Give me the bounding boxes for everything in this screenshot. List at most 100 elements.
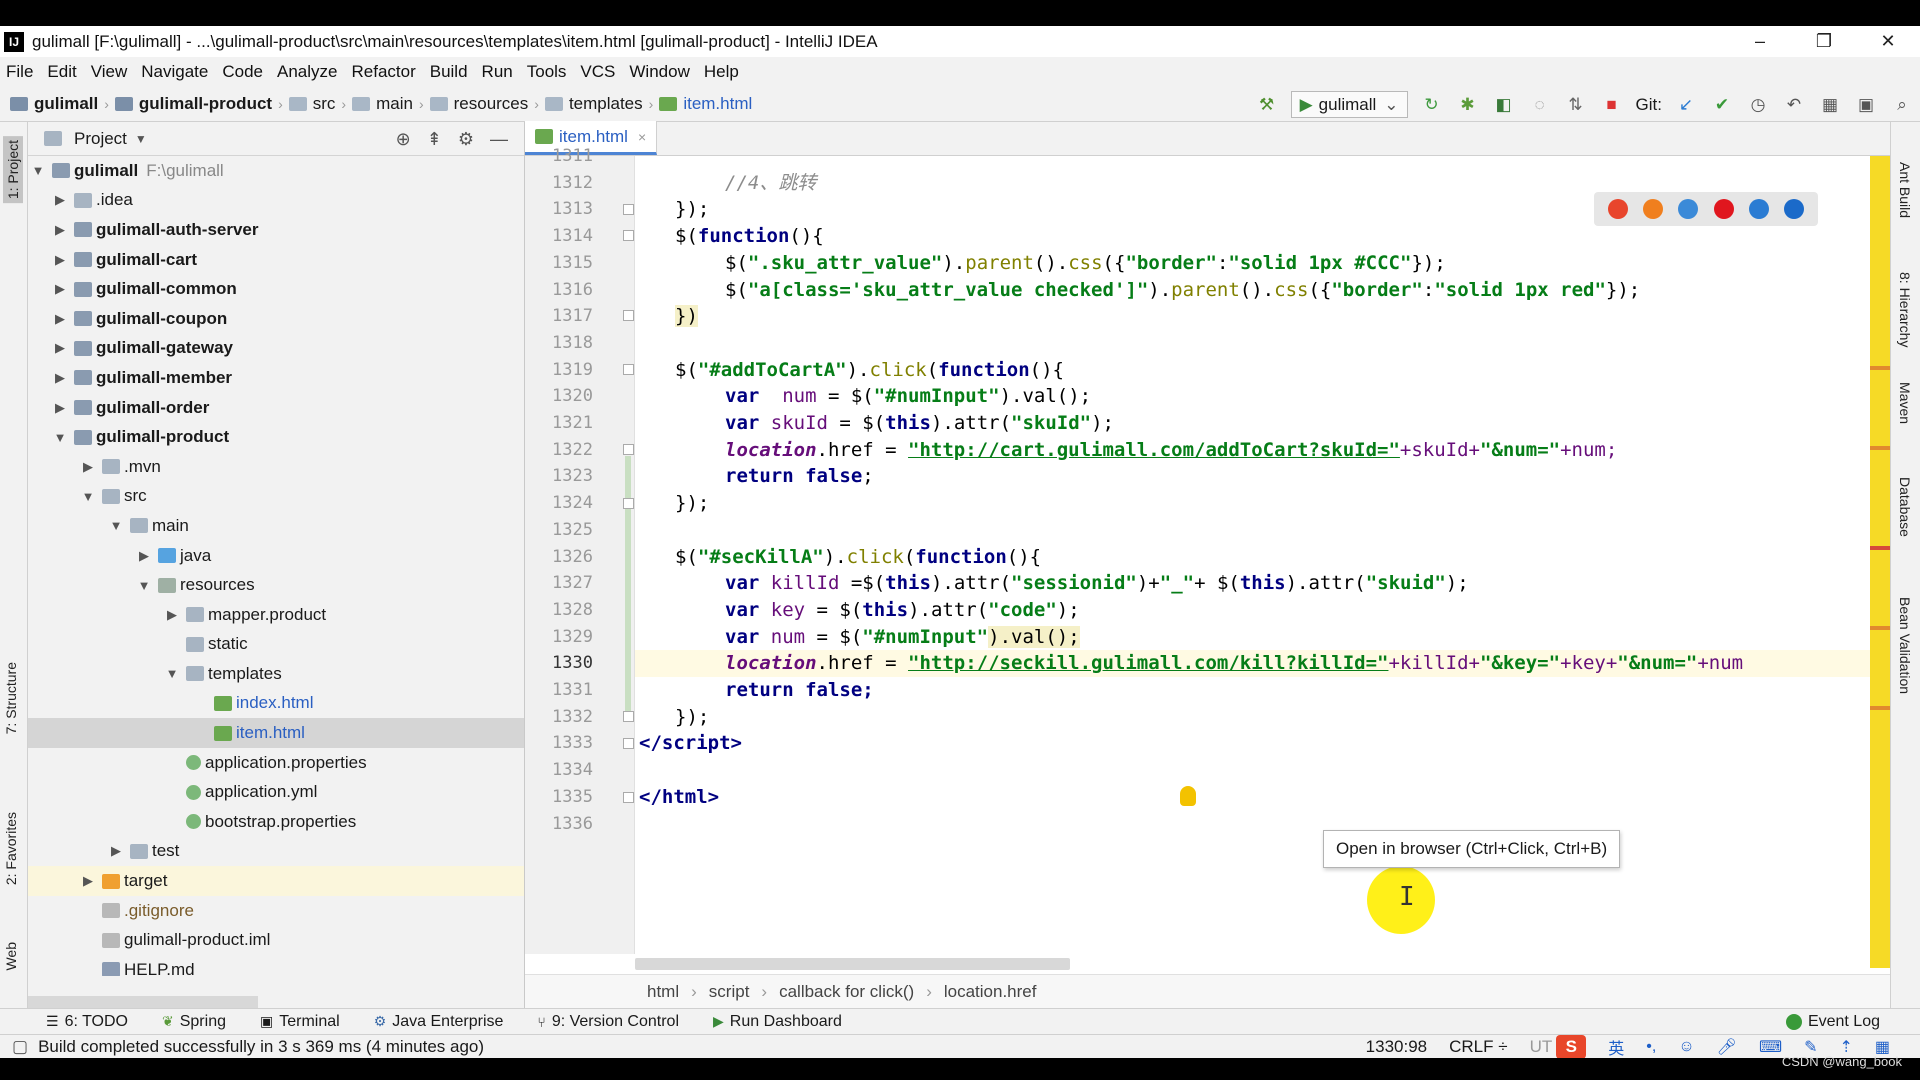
- ime-language-label[interactable]: 英: [1608, 1035, 1624, 1059]
- tab-favorites[interactable]: 2: Favorites: [3, 812, 19, 885]
- tree-item-member[interactable]: ▶ gulimall-member: [28, 363, 524, 393]
- tree-item-src[interactable]: ▼ src: [28, 482, 524, 512]
- fold-marker-icon[interactable]: [623, 310, 634, 321]
- git-history-icon[interactable]: ◷: [1747, 94, 1769, 116]
- menu-view[interactable]: View: [91, 62, 128, 82]
- tree-item-gateway[interactable]: ▶ gulimall-gateway: [28, 334, 524, 364]
- nav-crumb-main[interactable]: main: [352, 94, 413, 114]
- menu-build[interactable]: Build: [430, 62, 468, 82]
- tree-item-gitignore[interactable]: .gitignore: [28, 896, 524, 926]
- tool-terminal[interactable]: ▣ Terminal: [260, 1013, 340, 1031]
- tree-item-target[interactable]: ▶ target: [28, 866, 524, 896]
- locate-file-icon[interactable]: ⊕: [396, 129, 411, 150]
- tree-item-cart[interactable]: ▶ gulimall-cart: [28, 245, 524, 275]
- tab-hierarchy[interactable]: 8: Hierarchy: [1897, 272, 1913, 347]
- chevron-right-icon[interactable]: ▶: [52, 400, 68, 416]
- menu-run[interactable]: Run: [482, 62, 513, 82]
- tree-item-coupon[interactable]: ▶ gulimall-coupon: [28, 304, 524, 334]
- menu-refactor[interactable]: Refactor: [351, 62, 415, 82]
- internet-explorer-icon[interactable]: [1748, 199, 1769, 219]
- chevron-right-icon[interactable]: ▶: [80, 459, 96, 475]
- tree-item-static[interactable]: static: [28, 630, 524, 660]
- close-tab-icon[interactable]: ×: [638, 129, 646, 145]
- menu-navigate[interactable]: Navigate: [141, 62, 208, 82]
- ime-emoji-icon[interactable]: ☺: [1678, 1038, 1694, 1056]
- fold-marker-icon[interactable]: [623, 738, 634, 749]
- tree-item-main[interactable]: ▼ main: [28, 511, 524, 541]
- chevron-right-icon[interactable]: ▶: [52, 311, 68, 327]
- tool-java-enterprise[interactable]: ⚙ Java Enterprise: [374, 1013, 504, 1031]
- line-separator[interactable]: CRLF ÷: [1449, 1037, 1507, 1057]
- vcs-change-marker[interactable]: [625, 456, 631, 716]
- nav-crumb-module[interactable]: gulimall-product: [114, 94, 272, 114]
- tab-web[interactable]: Web: [3, 942, 19, 971]
- tree-item-templates[interactable]: ▼ templates: [28, 659, 524, 689]
- edge-icon[interactable]: [1784, 199, 1805, 219]
- minimize-button[interactable]: –: [1728, 26, 1792, 57]
- lightbulb-icon[interactable]: [1180, 786, 1196, 806]
- tree-item-application-properties[interactable]: application.properties: [28, 748, 524, 778]
- git-update-icon[interactable]: ↙: [1675, 94, 1697, 116]
- chevron-right-icon[interactable]: ▶: [80, 873, 96, 889]
- chevron-right-icon[interactable]: ▶: [136, 548, 152, 564]
- tree-item-application-yml[interactable]: application.yml: [28, 777, 524, 807]
- breadcrumb-callback[interactable]: callback for click(): [779, 982, 914, 1002]
- tab-project[interactable]: 1: Project: [3, 136, 23, 204]
- menu-tools[interactable]: Tools: [527, 62, 567, 82]
- tree-item-help-md[interactable]: HELP.md: [28, 955, 524, 976]
- tree-item-product[interactable]: ▼ gulimall-product: [28, 422, 524, 452]
- tool-todo[interactable]: ☰ 6: TODO: [46, 1013, 128, 1031]
- nav-crumb-src[interactable]: src: [288, 94, 335, 114]
- sogou-ime-icon[interactable]: S: [1556, 1035, 1587, 1059]
- fold-marker-icon[interactable]: [623, 204, 634, 215]
- rerun-icon[interactable]: ↻: [1421, 94, 1443, 116]
- fold-marker-icon[interactable]: [623, 498, 634, 509]
- close-button[interactable]: ✕: [1856, 26, 1920, 57]
- code-area[interactable]: //4、跳转 }); $(function(){ $(".sku_attr_va…: [635, 156, 1870, 954]
- collapse-all-icon[interactable]: ⇞: [427, 129, 442, 150]
- file-encoding[interactable]: UT: [1530, 1037, 1553, 1057]
- tab-ant-build[interactable]: Ant Build: [1897, 162, 1913, 218]
- chevron-down-icon[interactable]: ▼: [135, 132, 147, 146]
- menu-code[interactable]: Code: [222, 62, 263, 82]
- breadcrumb-script[interactable]: script: [709, 982, 750, 1002]
- tab-bean-validation[interactable]: Bean Validation: [1897, 597, 1913, 694]
- coverage-icon[interactable]: ◧: [1493, 94, 1515, 116]
- menu-edit[interactable]: Edit: [47, 62, 76, 82]
- tab-maven[interactable]: Maven: [1897, 382, 1913, 424]
- chevron-down-icon[interactable]: ▼: [52, 430, 68, 445]
- stripe-marker[interactable]: [1870, 366, 1890, 370]
- tree-item-index-html[interactable]: index.html: [28, 689, 524, 719]
- tool-version-control[interactable]: ⑂ 9: Version Control: [537, 1013, 679, 1031]
- code-url-string[interactable]: "http://cart.gulimall.com/addToCart?skuI…: [908, 439, 1400, 461]
- tree-item-bootstrap-properties[interactable]: bootstrap.properties: [28, 807, 524, 837]
- ime-voice-icon[interactable]: 🎤︎: [1717, 1037, 1737, 1057]
- code-url-string[interactable]: "http://seckill.gulimall.com/kill?killId…: [908, 652, 1388, 674]
- safari-icon[interactable]: [1678, 199, 1699, 219]
- tool-run-dashboard[interactable]: ▶ Run Dashboard: [713, 1013, 842, 1031]
- editor-horizontal-scrollbar[interactable]: [635, 958, 1070, 970]
- chevron-down-icon[interactable]: ▼: [80, 489, 96, 504]
- menu-help[interactable]: Help: [704, 62, 739, 82]
- menu-file[interactable]: File: [6, 62, 33, 82]
- build-hammer-icon[interactable]: ⚒: [1256, 94, 1278, 116]
- ime-punctuation-icon[interactable]: •,: [1646, 1038, 1656, 1056]
- chevron-right-icon[interactable]: ▶: [52, 281, 68, 297]
- opera-icon[interactable]: [1713, 199, 1734, 219]
- chevron-down-icon[interactable]: ▼: [30, 163, 46, 178]
- nav-crumb-project[interactable]: gulimall: [10, 94, 98, 114]
- tree-item-product-iml[interactable]: gulimall-product.iml: [28, 925, 524, 955]
- tool-spring[interactable]: ❦ Spring: [162, 1013, 226, 1031]
- caret-position[interactable]: 1330:98: [1366, 1037, 1427, 1057]
- breadcrumb-location-href[interactable]: location.href: [944, 982, 1037, 1002]
- tab-structure[interactable]: 7: Structure: [3, 662, 19, 734]
- debug-bug-icon[interactable]: ✱: [1457, 94, 1479, 116]
- fold-marker-icon[interactable]: [623, 792, 634, 803]
- search-icon[interactable]: ⌕: [1891, 94, 1913, 116]
- toggle-tool-windows-icon[interactable]: ▢: [12, 1037, 28, 1057]
- project-panel-title[interactable]: Project: [74, 129, 127, 149]
- tree-item-common[interactable]: ▶ gulimall-common: [28, 274, 524, 304]
- hide-panel-icon[interactable]: —: [490, 129, 508, 150]
- stripe-marker[interactable]: [1870, 706, 1890, 710]
- chevron-right-icon[interactable]: ▶: [52, 222, 68, 238]
